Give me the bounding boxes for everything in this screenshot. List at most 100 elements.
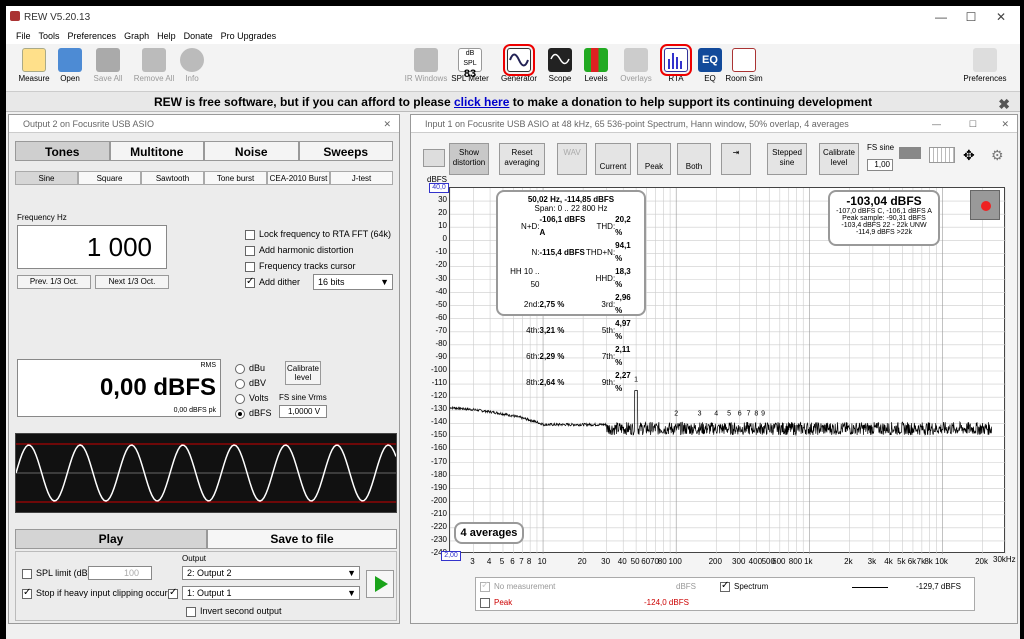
y-tick-label: -140 [430, 417, 447, 427]
output-select-1[interactable]: 2: Output 2 ▼ [182, 566, 360, 580]
preferences-button[interactable]: Preferences [960, 46, 1010, 90]
meter-icon[interactable] [899, 147, 921, 159]
lock-frequency-option[interactable]: Lock frequency to RTA FFT (64k) [245, 229, 391, 240]
next-octave-button[interactable]: Next 1/3 Oct. [95, 275, 169, 289]
menu-donate[interactable]: Donate [184, 31, 213, 41]
rta-calibrate-button[interactable]: Calibrate level [819, 143, 859, 175]
tab-multitone[interactable]: Multitone [109, 141, 204, 161]
show-distortion-button[interactable]: Show distortion [449, 143, 489, 175]
play-button[interactable] [366, 570, 394, 598]
menu-file[interactable]: File [16, 31, 31, 41]
tab-sweeps[interactable]: Sweeps [298, 141, 393, 161]
harmonic-label: 5 [727, 410, 731, 417]
rta-close-icon[interactable]: ✕ [1001, 115, 1009, 133]
invert-checkbox[interactable] [186, 606, 196, 617]
spl-limit-option[interactable]: SPL limit (dB): [22, 568, 93, 579]
x-min-input[interactable]: 2,00 [441, 551, 461, 561]
room-sim-button[interactable]: Room Sim [722, 46, 766, 90]
gear-icon[interactable]: ⚙ [991, 147, 1004, 164]
cursor-checkbox[interactable] [245, 261, 255, 272]
save-both-button[interactable]: Both [677, 143, 711, 175]
distortion-cell: THD: [596, 221, 616, 231]
prev-octave-button[interactable]: Prev. 1/3 Oct. [17, 275, 91, 289]
reset-averaging-button[interactable]: Reset averaging [499, 143, 545, 175]
save-current-button[interactable]: Current [595, 143, 631, 175]
donate-link[interactable]: click here [454, 95, 509, 109]
lock-checkbox[interactable] [245, 229, 255, 240]
x-tick-label: 10k [935, 557, 948, 566]
close-banner-icon[interactable]: ✖ [998, 94, 1010, 114]
play-tab[interactable]: Play [15, 529, 207, 549]
save-all-button[interactable]: Save All [86, 46, 130, 90]
radio-volts[interactable]: Volts [235, 391, 272, 406]
spl-limit-input[interactable]: 100 [88, 566, 152, 580]
rta-maximize-icon[interactable]: ☐ [969, 115, 977, 133]
harmonic-option[interactable]: Add harmonic distortion [245, 245, 354, 256]
menu-tools[interactable]: Tools [39, 31, 60, 41]
window-title: REW V5.20.13 [24, 11, 91, 23]
tab-noise[interactable]: Noise [204, 141, 299, 161]
menu-preferences[interactable]: Preferences [68, 31, 117, 41]
averages-badge: 4 averages [454, 522, 524, 544]
stepped-sine-button[interactable]: Stepped sine [767, 143, 807, 175]
fs-sine-input[interactable]: 1,0000 V [279, 405, 327, 418]
distortion-cell: 4th: [526, 325, 540, 335]
tab-cea-burst[interactable]: CEA-2010 Burst [267, 171, 330, 185]
frequency-input[interactable]: 1 000 [17, 225, 167, 269]
close-icon[interactable]: ✕ [986, 8, 1016, 26]
record-button[interactable] [970, 190, 1000, 220]
chevron-down-icon: ▼ [347, 568, 356, 578]
ir-windows-button[interactable]: IR Windows [404, 46, 448, 90]
invert-option[interactable]: Invert second output [186, 606, 282, 617]
generator-button[interactable]: Generator [497, 44, 541, 90]
radio-dbu[interactable]: dBu [235, 361, 272, 376]
menu-graph[interactable]: Graph [124, 31, 149, 41]
tab-square[interactable]: Square [78, 171, 141, 185]
second-output-checkbox[interactable] [168, 587, 182, 599]
spl-limit-checkbox[interactable] [22, 568, 32, 579]
level-value[interactable]: 0,00 dBFS [100, 374, 216, 402]
radio-dbv[interactable]: dBV [235, 376, 272, 391]
legend-peak[interactable]: Peak [480, 598, 512, 608]
rta-fs-input[interactable]: 1,00 [867, 159, 893, 171]
tab-tones[interactable]: Tones [15, 141, 110, 161]
rta-minimize-icon[interactable]: — [932, 115, 941, 133]
output-select-2[interactable]: 1: Output 1 ▼ [182, 586, 360, 600]
legend-spectrum[interactable]: Spectrum [720, 580, 768, 592]
grid-icon[interactable] [929, 147, 955, 163]
wav-button[interactable]: WAV [557, 143, 587, 175]
maximize-icon[interactable]: ☐ [956, 8, 986, 26]
stop-clip-checkbox[interactable] [22, 587, 32, 599]
legend-no-measurement[interactable]: No measurement [480, 580, 555, 592]
spectrum-plot[interactable]: 123456789 50,02 Hz, -114,85 dBFS Span: 0… [449, 187, 1007, 554]
tab-j-test[interactable]: J-test [330, 171, 393, 185]
export-icon[interactable]: ⇥ [721, 143, 751, 175]
dither-option[interactable]: Add dither [245, 276, 300, 288]
harmonic-checkbox[interactable] [245, 245, 255, 256]
cursor-option[interactable]: Frequency tracks cursor [245, 261, 356, 272]
levels-button[interactable]: Levels [574, 46, 618, 90]
camera-icon[interactable] [423, 149, 445, 167]
radio-dbfs[interactable]: dBFS [235, 406, 272, 421]
stop-clip-option[interactable]: Stop if heavy input clipping occurs [22, 587, 172, 599]
tab-tone-burst[interactable]: Tone burst [204, 171, 267, 185]
spl-meter-button[interactable]: dB SPL 83 SPL Meter [448, 46, 492, 90]
tab-sawtooth[interactable]: Sawtooth [141, 171, 204, 185]
minimize-icon[interactable]: — [926, 8, 956, 26]
info-button[interactable]: Info [170, 46, 214, 90]
menu-pro-upgrades[interactable]: Pro Upgrades [221, 31, 277, 41]
dither-select[interactable]: 16 bits ▼ [313, 274, 393, 290]
tab-sine[interactable]: Sine [15, 171, 78, 185]
calibrate-level-button[interactable]: Calibrate level [285, 361, 321, 385]
harmonic-label: 7 [747, 410, 751, 417]
generator-close-icon[interactable]: ✕ [383, 115, 391, 133]
save-peak-button[interactable]: Peak [637, 143, 671, 175]
save-to-file-tab[interactable]: Save to file [207, 529, 397, 549]
distortion-cell: THD+N: [586, 247, 616, 257]
dither-checkbox[interactable] [245, 276, 255, 288]
y-tick-label: -20 [435, 260, 447, 270]
menu-help[interactable]: Help [157, 31, 176, 41]
expand-icon[interactable]: ✥ [963, 147, 975, 164]
y-tick-label: -100 [430, 365, 447, 374]
overlays-button[interactable]: Overlays [614, 46, 658, 90]
